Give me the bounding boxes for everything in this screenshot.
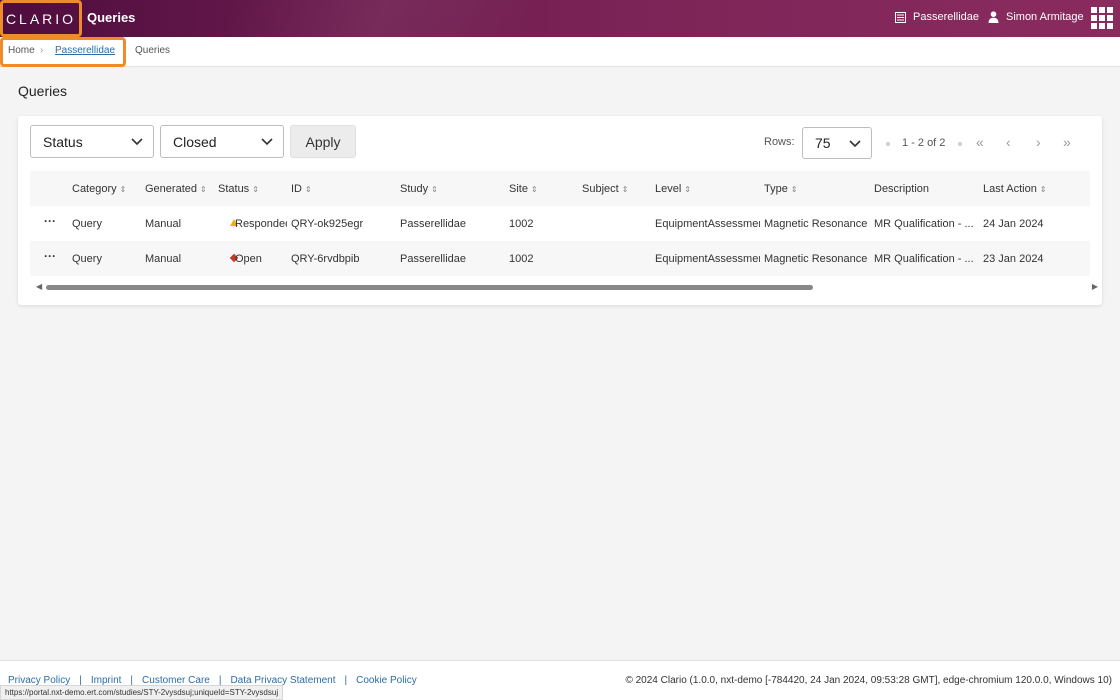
rows-per-page-value: 75	[815, 135, 831, 151]
sort-icon: ⇕	[684, 185, 691, 194]
cell-generated: Manual	[145, 253, 182, 265]
sort-icon: ⇕	[621, 185, 629, 194]
cell-study: Passerellidae	[400, 253, 467, 265]
study-name[interactable]: Passerellidae	[913, 11, 979, 23]
cell-id[interactable]: QRY-ok925egr	[291, 218, 363, 230]
column-header-type[interactable]: Type ⇕	[764, 183, 798, 195]
column-header-category[interactable]: Category ⇕	[72, 183, 126, 195]
status-field-select[interactable]: Status	[30, 125, 154, 158]
cell-type: Magnetic Resonance	[764, 253, 868, 265]
status-value-select[interactable]: Closed	[160, 125, 284, 158]
chevron-down-icon	[131, 138, 143, 146]
cell-id[interactable]: QRY-6rvdbpib	[291, 253, 360, 265]
column-header-site[interactable]: Site ⇕	[509, 183, 538, 195]
column-header-level[interactable]: Level ⇕	[655, 183, 691, 195]
user-icon	[988, 11, 999, 23]
status-value: Closed	[173, 133, 217, 150]
cell-site: 1002	[509, 218, 534, 230]
cell-status: Responded	[235, 218, 287, 230]
next-page-icon[interactable]: ›	[1036, 134, 1041, 150]
column-header-subject[interactable]: Subject ⇕	[582, 183, 628, 195]
sort-icon: ⇕	[305, 185, 312, 194]
user-name[interactable]: Simon Armitage	[1006, 11, 1084, 23]
pager-dot	[886, 142, 890, 146]
header-decoration	[230, 0, 530, 37]
first-page-icon[interactable]: «	[976, 134, 984, 150]
sort-icon: ⇕	[252, 185, 259, 194]
study-selector[interactable]: Passerellidae	[895, 11, 979, 23]
table-header: Category ⇕ Generated ⇕ Status ⇕ ID ⇕ Study ⇕ …	[30, 171, 1090, 206]
rows-label: Rows:	[764, 136, 795, 148]
cell-type: Magnetic Resonance	[764, 218, 868, 230]
table-row[interactable]: ··· Query Manual Open QRY-6rvdbpib Passe…	[30, 241, 1090, 276]
breadcrumb-home[interactable]: Home	[8, 45, 35, 56]
cell-site: 1002	[509, 253, 534, 265]
column-header-id[interactable]: ID ⇕	[291, 183, 312, 195]
clario-logo[interactable]: CLARIO	[6, 11, 76, 27]
chevron-down-icon	[261, 138, 273, 146]
sort-icon: ⇕	[1039, 185, 1047, 194]
scroll-left-icon[interactable]: ◀	[36, 282, 42, 291]
cell-description: MR Qualification - ...	[874, 218, 974, 230]
apply-button[interactable]: Apply	[290, 125, 356, 158]
status-field-value: Status	[43, 133, 83, 150]
chevron-down-icon	[849, 140, 861, 148]
column-header-description[interactable]: Description	[874, 183, 929, 195]
pager-dot	[958, 142, 962, 146]
rows-per-page-select[interactable]: 75	[802, 127, 872, 159]
column-header-last-action[interactable]: Last Action ⇕	[983, 183, 1047, 195]
page-title: Queries	[18, 83, 68, 99]
browser-status-url: https://portal.nxt-demo.ert.com/studies/…	[0, 685, 284, 700]
breadcrumb: Home › Passerellidae Queries	[0, 37, 1120, 67]
table-row[interactable]: ··· Query Manual Responded QRY-ok925egr …	[30, 206, 1090, 241]
cell-level: EquipmentAssessment	[655, 253, 760, 265]
user-menu[interactable]: Simon Armitage	[988, 11, 1084, 23]
chevron-right-icon: ›	[40, 45, 44, 56]
app-title: Queries	[87, 10, 136, 25]
row-actions-icon[interactable]: ···	[44, 249, 56, 263]
prev-page-icon[interactable]: ‹	[1006, 134, 1011, 150]
pager-range: 1 - 2 of 2	[902, 137, 946, 149]
sort-icon: ⇕	[199, 185, 207, 194]
sort-icon: ⇕	[431, 185, 438, 194]
cell-generated: Manual	[145, 218, 182, 230]
breadcrumb-study[interactable]: Passerellidae	[55, 45, 115, 56]
sort-icon: ⇕	[119, 185, 127, 194]
study-icon	[895, 11, 906, 23]
column-header-status[interactable]: Status ⇕	[218, 183, 259, 195]
logo-highlight[interactable]: CLARIO	[0, 0, 82, 37]
cell-category: Query	[72, 253, 102, 265]
footer-divider: |	[344, 675, 348, 686]
breadcrumb-current: Queries	[135, 45, 171, 56]
cookie-policy-link[interactable]: Cookie Policy	[356, 675, 417, 686]
cell-study: Passerellidae	[400, 218, 467, 230]
cell-last-action: 24 Jan 2024	[983, 218, 1044, 230]
queries-panel: Status Closed Apply Rows: 75 1 - 2 of 2 …	[18, 116, 1102, 305]
scrollbar-thumb[interactable]	[46, 285, 813, 290]
cell-level: EquipmentAssessment	[655, 218, 760, 230]
app-launcher-icon[interactable]	[1091, 7, 1113, 29]
scroll-right-icon[interactable]: ▶	[1092, 282, 1098, 291]
sort-icon: ⇕	[790, 185, 798, 194]
cell-last-action: 23 Jan 2024	[983, 253, 1044, 265]
row-actions-icon[interactable]: ···	[44, 214, 56, 228]
column-header-study[interactable]: Study ⇕	[400, 183, 438, 195]
top-header: CLARIO Queries Passerellidae Simon Armit…	[0, 0, 1120, 37]
last-page-icon[interactable]: »	[1063, 134, 1071, 150]
copyright-text: © 2024 Clario (1.0.0, nxt-demo [-784420,…	[625, 675, 1112, 686]
horizontal-scrollbar[interactable]: ◀ ▶	[36, 282, 1098, 292]
cell-description: MR Qualification - ...	[874, 253, 974, 265]
cell-status: Open	[235, 253, 262, 265]
cell-category: Query	[72, 218, 102, 230]
sort-icon: ⇕	[530, 185, 538, 194]
column-header-generated[interactable]: Generated ⇕	[145, 183, 207, 195]
